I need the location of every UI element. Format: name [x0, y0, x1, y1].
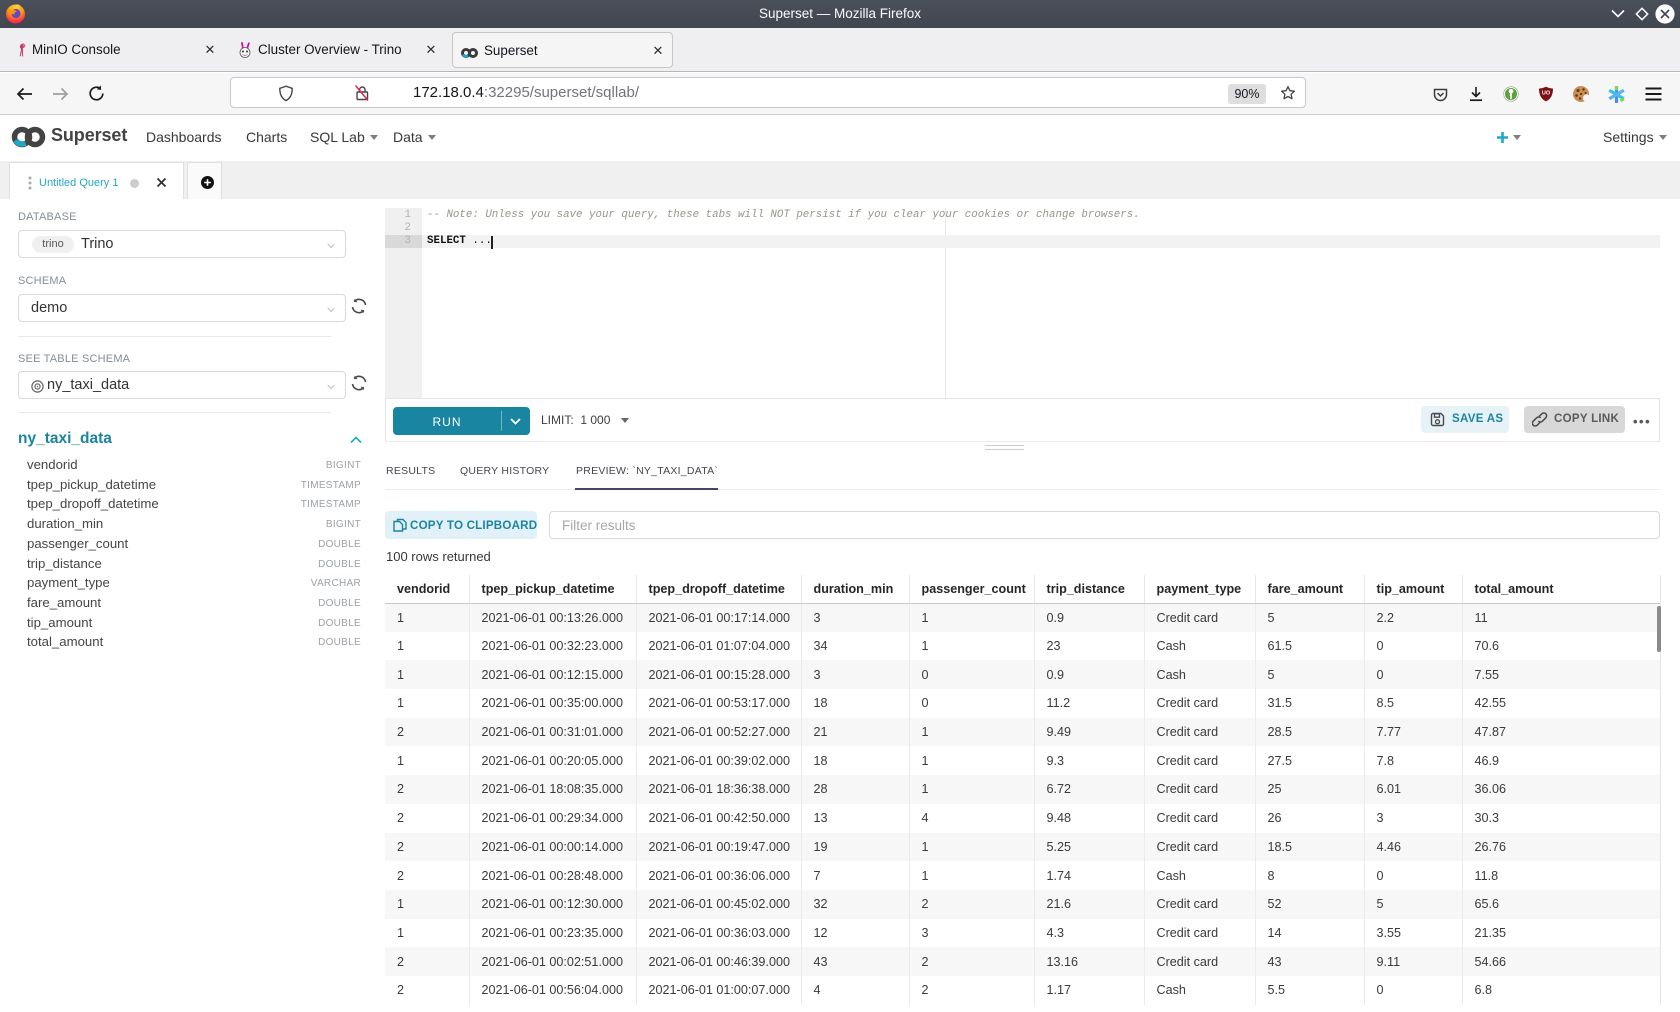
- svg-text:UO: UO: [1542, 91, 1551, 97]
